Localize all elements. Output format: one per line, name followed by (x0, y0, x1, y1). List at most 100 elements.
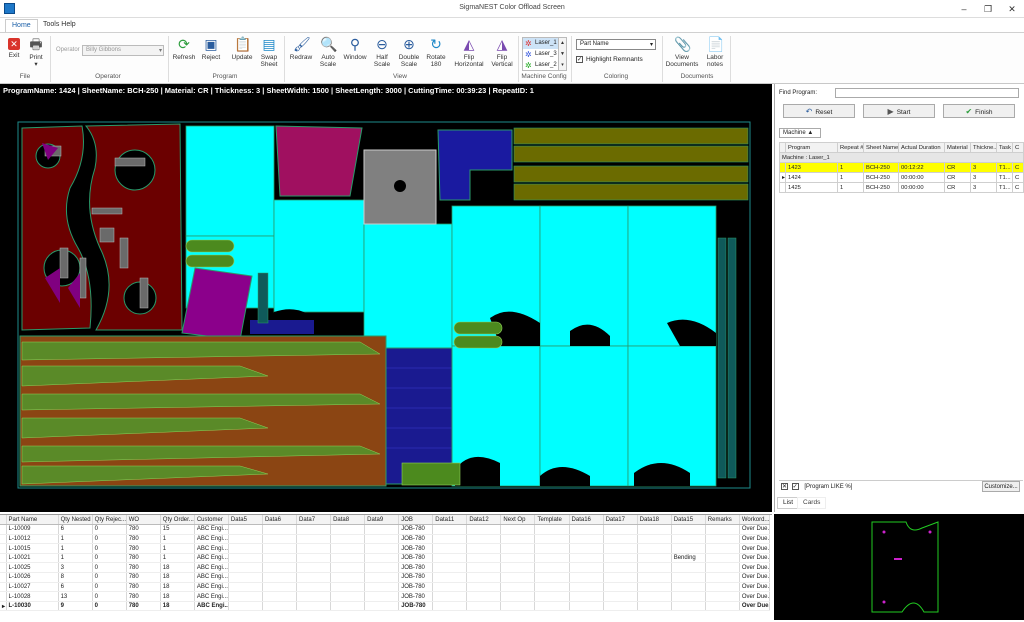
parts-grid[interactable]: Part Name Qty Nested Qty Rejec... WO Qty Ord… (0, 514, 772, 620)
print-button[interactable]: 🖶 Print ▾ (26, 36, 46, 68)
close-icon[interactable]: ✕ (1004, 2, 1020, 16)
machine-group-chip[interactable]: Machine ▲ (779, 128, 821, 138)
cell (330, 601, 366, 612)
group-row[interactable]: Machine : Laser_1 (779, 152, 1024, 163)
table-row[interactable]: L-10027 6 0 780 18 ABC Engi... JOB-780 Over Due… (0, 582, 771, 593)
operator-select[interactable]: Billy Gibbons ▾ (82, 45, 164, 56)
column-header[interactable]: C (1012, 142, 1024, 153)
tab-cards[interactable]: Cards (797, 497, 827, 509)
column-header[interactable]: Qty Nested (58, 515, 93, 526)
table-row[interactable]: 1423 1 BCH-250 00:12:22 CR 3 T1... C (779, 162, 1024, 173)
filter-checkbox[interactable]: ✓ (791, 482, 799, 490)
cell: 3 (970, 182, 997, 193)
column-header[interactable]: JOB (398, 515, 434, 526)
nest-drawing[interactable] (0, 98, 772, 512)
table-row[interactable]: L-10012 1 0 780 1 ABC Engi... JOB-780 Over Due.… (0, 534, 771, 545)
rotate-180-button[interactable]: ↻ Rotate 180 (425, 36, 447, 68)
column-header[interactable]: Qty Rejec... (92, 515, 127, 526)
column-header[interactable]: Actual Duration (898, 142, 945, 153)
cell (364, 553, 400, 564)
column-header[interactable]: Data5 (228, 515, 263, 526)
nest-canvas[interactable] (0, 98, 772, 512)
table-row[interactable]: 1425 1 BCH-250 00:00:00 CR 3 T1... C (779, 182, 1024, 193)
table-row[interactable]: ▸ 1424 1 BCH-250 00:00:00 CR 3 T1... C (779, 172, 1024, 183)
labor-notes-button[interactable]: 📄 Labor notes (703, 36, 727, 68)
column-header[interactable]: Next Op (500, 515, 536, 526)
find-program-input[interactable] (835, 88, 1019, 98)
column-header[interactable]: Data12 (466, 515, 502, 526)
table-row[interactable]: ▸ L-10030 9 0 780 18 ABC Engi... JOB-780 Over Du… (0, 601, 771, 612)
column-header[interactable]: Remarks (705, 515, 740, 526)
column-header[interactable]: Qty Order... (160, 515, 195, 526)
cell: 15 (160, 524, 195, 535)
tab-home[interactable]: Home (5, 19, 38, 32)
column-header[interactable]: Data8 (330, 515, 366, 526)
program-grid[interactable]: Program Repeat # Sheet Name Actual Durat… (779, 142, 1024, 193)
tab-tools-help[interactable]: Tools Help (37, 19, 82, 32)
column-header[interactable]: Sheet Name (863, 142, 899, 153)
table-row[interactable]: L-10028 13 0 780 18 ABC Engi... JOB-780 Over Du… (0, 591, 771, 602)
cell (534, 562, 570, 574)
clear-filter-icon[interactable]: ✕ (781, 482, 788, 490)
column-header[interactable]: Repeat # (837, 142, 864, 153)
column-header[interactable]: Data16 (569, 515, 604, 526)
cell (228, 591, 263, 602)
table-row[interactable]: L-10015 1 0 780 1 ABC Engi... JOB-780 Over Due.… (0, 543, 771, 554)
highlight-remnants-checkbox[interactable]: ✓ Highlight Remnants (576, 56, 643, 63)
cell: JOB-780 (398, 553, 434, 564)
coloring-select[interactable]: Part Name ▾ (576, 39, 656, 50)
flip-v-label-1: Flip (496, 54, 508, 61)
double-scale-button[interactable]: ⊕ Double Scale (396, 36, 422, 68)
cell (262, 562, 298, 574)
column-header[interactable]: Part Name (6, 515, 59, 526)
table-row[interactable]: L-10021 1 0 780 1 ABC Engi... JOB-780 Bending Ov… (0, 553, 771, 564)
column-header[interactable]: Data15 (671, 515, 706, 526)
restore-icon[interactable]: ❐ (980, 2, 996, 16)
column-header[interactable]: Data7 (296, 515, 332, 526)
reject-button[interactable]: ▣ Reject (199, 36, 223, 61)
table-row[interactable]: L-10025 3 0 780 18 ABC Engi... JOB-780 Over Due… (0, 562, 771, 574)
print-dropdown-icon[interactable]: ▾ (34, 61, 37, 68)
chevron-down-icon[interactable]: ▾ (650, 41, 653, 48)
column-header[interactable]: Task (996, 142, 1013, 153)
column-header[interactable]: Customer (194, 515, 229, 526)
cell (228, 543, 263, 554)
column-header[interactable]: Thickne... (970, 142, 997, 153)
swap-sheet-button[interactable]: ▤ Swap Sheet (258, 36, 280, 68)
redraw-button[interactable]: 🖌 Redraw (288, 36, 314, 61)
window-button[interactable]: ⚲ Window (342, 36, 368, 61)
column-header[interactable]: WO (126, 515, 161, 526)
table-row[interactable]: L-10009 6 0 780 15 ABC Engi... JOB-780 Over Due… (0, 524, 771, 535)
tab-list[interactable]: List (777, 497, 800, 509)
column-header[interactable]: Data18 (637, 515, 672, 526)
cell: 780 (126, 591, 161, 602)
column-header[interactable]: Data17 (603, 515, 638, 526)
update-button[interactable]: 📋 Update (230, 36, 254, 61)
column-header[interactable]: Data9 (364, 515, 400, 526)
column-header[interactable]: Workord... (739, 515, 771, 526)
checkbox-checked-icon[interactable]: ✓ (576, 56, 583, 63)
machine-scroll[interactable]: ▲ ▼ ▾ (558, 37, 567, 71)
table-row[interactable]: L-10026 8 0 780 18 ABC Engi... JOB-780 Over Due… (0, 572, 771, 583)
column-header[interactable]: Program (785, 142, 838, 153)
parts-table[interactable]: Part Name Qty Nested Qty Rejec... WO Qty Ord… (0, 515, 771, 612)
auto-scale-button[interactable]: 🔍 Auto Scale (316, 36, 340, 68)
cell (534, 524, 570, 535)
flip-horizontal-button[interactable]: ◭ Flip Horizontal (451, 36, 487, 68)
view-documents-button[interactable]: 📎 View Documents (664, 36, 700, 68)
half-scale-button[interactable]: ⊖ Half Scale (371, 36, 393, 68)
column-header[interactable]: Material (944, 142, 971, 153)
customize-button[interactable]: Customize... (982, 481, 1020, 492)
reset-button[interactable]: ↶ Reset (783, 104, 855, 118)
column-header[interactable]: Data6 (262, 515, 298, 526)
column-header[interactable]: Template (534, 515, 570, 526)
finish-button[interactable]: ✔ Finish (943, 104, 1015, 118)
refresh-button[interactable]: ⟳ Refresh (172, 36, 196, 61)
cell: L-10012 (6, 534, 59, 545)
chevron-down-icon[interactable]: ▾ (159, 47, 162, 54)
column-header[interactable]: Data11 (432, 515, 468, 526)
minimize-icon[interactable]: – (956, 2, 972, 16)
start-button[interactable]: ▶ Start (863, 104, 935, 118)
flip-vertical-button[interactable]: ◮ Flip Vertical (489, 36, 515, 68)
exit-button[interactable]: ✕ Exit (4, 36, 24, 59)
